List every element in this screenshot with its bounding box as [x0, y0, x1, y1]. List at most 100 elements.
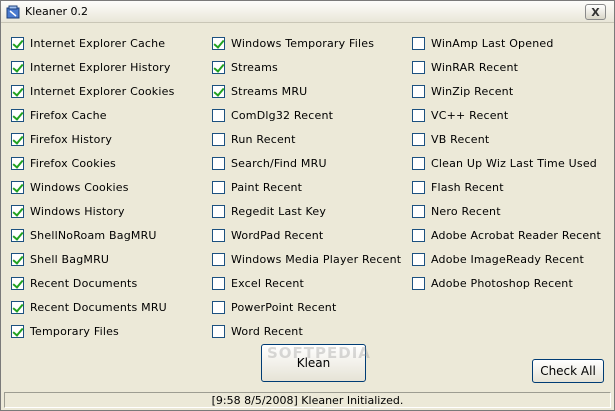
checkbox-unchecked[interactable] [212, 252, 225, 266]
checkbox-label: WinZip Recent [431, 84, 514, 98]
checkbox-row[interactable]: WinRAR Recent [412, 55, 601, 79]
checkbox-checked[interactable] [212, 84, 225, 98]
checkbox-unchecked[interactable] [412, 276, 425, 290]
checkbox-row[interactable]: Temporary Files [11, 319, 175, 343]
checkbox-row[interactable]: Regedit Last Key [212, 199, 401, 223]
checkbox-row[interactable]: Firefox Cookies [11, 151, 175, 175]
checkbox-checked[interactable] [11, 204, 24, 218]
checkbox-checked[interactable] [11, 276, 24, 290]
checkbox-label: WinAmp Last Opened [431, 36, 554, 50]
checkbox-checked[interactable] [11, 180, 24, 194]
app-icon [6, 5, 20, 19]
checkbox-unchecked[interactable] [212, 300, 225, 314]
checkbox-unchecked[interactable] [412, 156, 425, 170]
checkbox-row[interactable]: Search/Find MRU [212, 151, 401, 175]
checkbox-label: Flash Recent [431, 180, 504, 194]
checkbox-checked[interactable] [11, 108, 24, 122]
checkbox-checked[interactable] [11, 84, 24, 98]
checkbox-unchecked[interactable] [412, 180, 425, 194]
checkbox-checked[interactable] [11, 156, 24, 170]
checkbox-label: Windows Cookies [30, 180, 129, 194]
checkbox-checked[interactable] [11, 252, 24, 266]
checkbox-row[interactable]: VB Recent [412, 127, 601, 151]
checkbox-row[interactable]: WordPad Recent [212, 223, 401, 247]
checkbox-row[interactable]: Internet Explorer Cookies [11, 79, 175, 103]
checkbox-row[interactable]: Streams MRU [212, 79, 401, 103]
checkbox-unchecked[interactable] [212, 228, 225, 242]
checkbox-checked[interactable] [11, 132, 24, 146]
checkbox-row[interactable]: Clean Up Wiz Last Time Used [412, 151, 601, 175]
checkbox-unchecked[interactable] [412, 204, 425, 218]
checkbox-label: Internet Explorer Cookies [30, 84, 175, 98]
checkbox-row[interactable]: WinZip Recent [412, 79, 601, 103]
checkbox-row[interactable]: Nero Recent [412, 199, 601, 223]
checkbox-unchecked[interactable] [212, 180, 225, 194]
column-applications: WinAmp Last Opened WinRAR Recent WinZip Re… [412, 31, 601, 295]
checkbox-label: Search/Find MRU [231, 156, 327, 170]
checkbox-unchecked[interactable] [212, 276, 225, 290]
checkbox-label: Windows Media Player Recent [231, 252, 402, 266]
checkbox-unchecked[interactable] [412, 60, 425, 74]
checkbox-row[interactable]: Run Recent [212, 127, 401, 151]
checkbox-unchecked[interactable] [412, 84, 425, 98]
checkbox-row[interactable]: Windows Cookies [11, 175, 175, 199]
checkbox-unchecked[interactable] [212, 204, 225, 218]
checkbox-checked[interactable] [11, 36, 24, 50]
checkbox-unchecked[interactable] [212, 108, 225, 122]
checkbox-unchecked[interactable] [412, 228, 425, 242]
checkbox-unchecked[interactable] [412, 252, 425, 266]
checkbox-row[interactable]: Paint Recent [212, 175, 401, 199]
checkbox-label: ShellNoRoam BagMRU [30, 228, 157, 242]
checkbox-checked[interactable] [212, 36, 225, 50]
checkbox-row[interactable]: Internet Explorer History [11, 55, 175, 79]
checkbox-row[interactable]: Shell BagMRU [11, 247, 175, 271]
checkbox-checked[interactable] [11, 228, 24, 242]
checkbox-row[interactable]: Adobe ImageReady Recent [412, 247, 601, 271]
checkbox-unchecked[interactable] [412, 132, 425, 146]
checkbox-row[interactable]: Excel Recent [212, 271, 401, 295]
checkbox-checked[interactable] [11, 324, 24, 338]
checkbox-checked[interactable] [11, 300, 24, 314]
checkbox-row[interactable]: Internet Explorer Cache [11, 31, 175, 55]
checkbox-row[interactable]: ShellNoRoam BagMRU [11, 223, 175, 247]
checkbox-unchecked[interactable] [212, 324, 225, 338]
checkbox-row[interactable]: VC++ Recent [412, 103, 601, 127]
checkbox-label: ComDlg32 Recent [231, 108, 334, 122]
checkbox-row[interactable]: Word Recent [212, 319, 401, 343]
checkbox-label: Recent Documents MRU [30, 300, 167, 314]
checkbox-label: Firefox Cache [30, 108, 107, 122]
checkbox-label: PowerPoint Recent [231, 300, 337, 314]
check-all-button[interactable]: Check All [532, 359, 604, 383]
checkbox-checked[interactable] [212, 60, 225, 74]
checkbox-label: Shell BagMRU [30, 252, 110, 266]
checkbox-row[interactable]: Firefox History [11, 127, 175, 151]
checkbox-label: Internet Explorer Cache [30, 36, 166, 50]
checkbox-unchecked[interactable] [412, 108, 425, 122]
checkbox-row[interactable]: Firefox Cache [11, 103, 175, 127]
checkbox-row[interactable]: Adobe Acrobat Reader Recent [412, 223, 601, 247]
checkbox-label: Internet Explorer History [30, 60, 171, 74]
checkbox-unchecked[interactable] [212, 156, 225, 170]
checkbox-row[interactable]: WinAmp Last Opened [412, 31, 601, 55]
checkbox-row[interactable]: Windows Media Player Recent [212, 247, 401, 271]
checkbox-row[interactable]: Adobe Photoshop Recent [412, 271, 601, 295]
checkbox-row[interactable]: PowerPoint Recent [212, 295, 401, 319]
checkbox-row[interactable]: Flash Recent [412, 175, 601, 199]
title-bar[interactable]: Kleaner 0.2 X [1, 1, 614, 23]
checkbox-label: Adobe ImageReady Recent [431, 252, 585, 266]
checkbox-row[interactable]: Windows History [11, 199, 175, 223]
checkbox-row[interactable]: Recent Documents MRU [11, 295, 175, 319]
checkbox-row[interactable]: Windows Temporary Files [212, 31, 401, 55]
options-panel: Internet Explorer Cache Internet Explorer… [4, 26, 611, 392]
status-bar: [9:58 8/5/2008] Kleaner Initialized. [4, 392, 611, 408]
checkbox-label: VB Recent [431, 132, 490, 146]
checkbox-row[interactable]: Streams [212, 55, 401, 79]
checkbox-label: Streams [231, 60, 278, 74]
checkbox-checked[interactable] [11, 60, 24, 74]
close-button[interactable]: X [585, 4, 606, 20]
klean-button[interactable]: Klean [261, 344, 366, 382]
checkbox-unchecked[interactable] [212, 132, 225, 146]
checkbox-unchecked[interactable] [412, 36, 425, 50]
checkbox-row[interactable]: Recent Documents [11, 271, 175, 295]
checkbox-row[interactable]: ComDlg32 Recent [212, 103, 401, 127]
